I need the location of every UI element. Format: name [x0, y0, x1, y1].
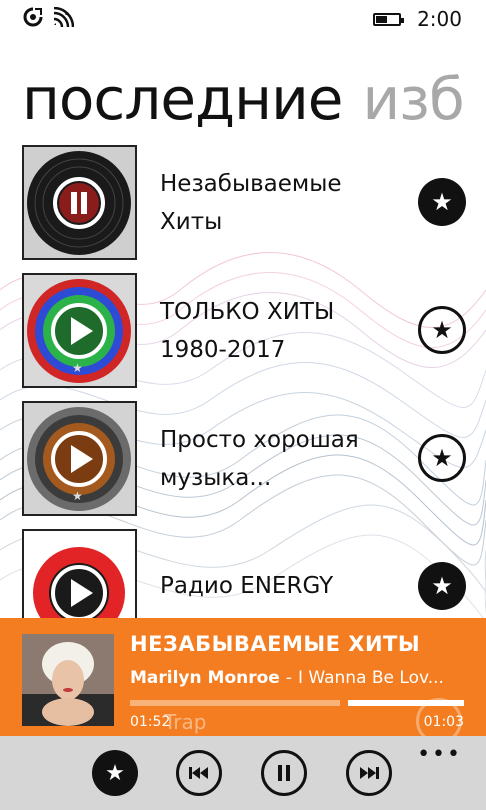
battery-icon [373, 12, 405, 26]
list-item[interactable]: ★ ТОЛЬКО ХИТЫ 1980-2017 ★ [0, 273, 486, 393]
now-playing-artist: Marilyn Monroe [130, 668, 280, 688]
station-title: Незабываемые Хиты [160, 171, 342, 235]
progress-knob[interactable] [339, 699, 348, 707]
svg-text:★: ★ [72, 361, 83, 375]
track-separator: - [285, 668, 292, 688]
pause-button[interactable] [261, 750, 307, 796]
favorite-star-button[interactable]: ★ [92, 750, 138, 796]
star-icon: ★ [431, 316, 453, 344]
star-icon: ★ [431, 188, 453, 216]
star-icon: ★ [431, 572, 453, 600]
speaker-play-icon: ★ [24, 275, 135, 386]
tab-recent[interactable]: последние [22, 65, 343, 133]
favorite-button[interactable]: ★ [418, 178, 466, 226]
station-logo[interactable]: ★ [22, 273, 137, 388]
previous-button[interactable] [176, 750, 222, 796]
clock: 2:00 [417, 7, 462, 31]
elapsed-time: 01:52 [130, 714, 171, 730]
station-logo[interactable]: ★ [22, 401, 137, 516]
now-playing-panel[interactable]: НЕЗАБЫВАЕМЫЕ ХИТЫ Marilyn Monroe - I Wanna… [0, 618, 486, 744]
vinyl-pause-icon [24, 147, 135, 258]
progress-fill [130, 700, 344, 706]
now-playing-station: НЕЗАБЫВАЕМЫЕ ХИТЫ [130, 632, 421, 656]
pause-icon [278, 765, 290, 781]
status-bar: • 2:00 [0, 0, 486, 36]
tab-favorites[interactable]: изб [362, 65, 464, 133]
favorite-star-icon: ★ [105, 760, 125, 786]
total-time: 01:03 [423, 714, 464, 730]
list-item[interactable]: Незабываемые Хиты ★ [0, 145, 486, 265]
album-art [22, 634, 114, 726]
speaker-play-icon: ★ [24, 403, 135, 514]
station-logo[interactable] [22, 145, 137, 260]
pivot-header: последние изб [22, 64, 465, 134]
svg-text:•: • [64, 10, 69, 19]
list-item[interactable]: ★ Просто хорошая музыка... ★ [0, 401, 486, 521]
now-playing-song: I Wanna Be Lov... [297, 668, 444, 688]
previous-icon [189, 767, 208, 779]
station-title: Просто хорошая музыка... [160, 427, 359, 491]
more-options-button[interactable]: ••• [417, 742, 462, 767]
next-icon [360, 767, 379, 779]
favorite-button[interactable]: ★ [418, 562, 466, 610]
svg-text:★: ★ [72, 489, 83, 503]
favorite-button[interactable]: ★ [418, 434, 466, 482]
progress-bar[interactable] [130, 699, 464, 707]
next-button[interactable] [346, 750, 392, 796]
station-title: ТОЛЬКО ХИТЫ 1980-2017 [160, 299, 335, 363]
wifi-icon: • [52, 6, 75, 31]
hidden-list-item-title: Trap [164, 710, 207, 734]
app-bar: ★ ••• [0, 736, 486, 810]
notification-icon [22, 7, 44, 31]
favorite-button[interactable]: ★ [418, 306, 466, 354]
star-icon: ★ [431, 444, 453, 472]
station-title: Радио ENERGY [160, 573, 334, 599]
now-playing-track: Marilyn Monroe - I Wanna Be Lov... [130, 668, 480, 688]
